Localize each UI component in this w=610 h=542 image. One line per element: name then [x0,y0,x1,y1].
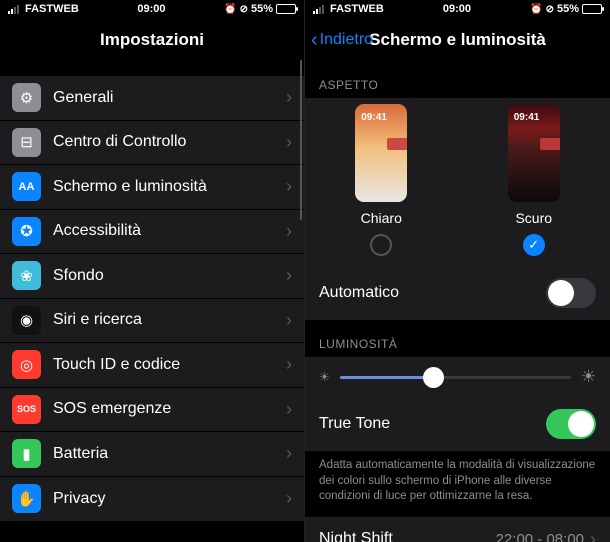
chevron-right-icon: › [286,310,292,331]
carrier-label: FASTWEB [25,3,79,15]
chevron-right-icon: › [286,132,292,153]
true-tone-note: Adatta automaticamente la modalità di vi… [305,452,610,517]
carrier-label: FASTWEB [330,3,384,15]
light-label: Chiaro [361,210,402,226]
sos-icon: SOS [12,395,41,424]
accessibility-icon: ✪ [12,217,41,246]
preview-light-icon: 09:41 [355,104,407,202]
row-label: Batteria [53,445,286,463]
settings-row-schermo-e-luminosita[interactable]: AA Schermo e luminosità› [0,165,304,210]
chevron-right-icon: › [286,265,292,286]
chevron-right-icon: › [286,176,292,197]
chevron-right-icon: › [590,529,596,542]
settings-row-accessibilita[interactable]: ✪ Accessibilità› [0,210,304,255]
rotation-lock-icon: ⊘ [546,4,554,15]
chevron-right-icon: › [286,399,292,420]
status-bar: FASTWEB 09:00 ⏰ ⊘ 55% [305,0,610,18]
signal-icon [313,4,324,14]
rotation-lock-icon: ⊘ [240,4,248,15]
siri-icon: ◉ [12,306,41,335]
nav-bar: ‹ Indietro Schermo e luminosità [305,18,610,62]
nav-bar: Impostazioni [0,18,304,62]
battery-pct: 55% [251,3,273,15]
true-tone-toggle[interactable] [546,409,596,439]
brightness-slider-row: ☀︎ ☀︎ [305,357,610,397]
gear-icon: ⚙ [12,83,41,112]
page-title: Impostazioni [100,30,204,50]
radio-off-icon[interactable] [370,234,392,256]
brightness-header: LUMINOSITÀ [305,321,610,357]
row-label: Siri e ricerca [53,311,286,329]
scroll-indicator [300,60,302,220]
status-bar: FASTWEB 09:00 ⏰ ⊘ 55% [0,0,304,18]
automatic-toggle[interactable] [546,278,596,308]
slider-thumb[interactable] [423,367,444,388]
alarm-icon: ⏰ [224,4,236,15]
night-shift-range: 22:00 - 08:00 [496,531,584,542]
appearance-header: ASPETTO [305,62,610,98]
settings-row-generali[interactable]: ⚙ Generali› [0,76,304,121]
battery-icon: ▮ [12,439,41,468]
fingerprint-icon: ◎ [12,350,41,379]
settings-row-sfondo[interactable]: ❀ Sfondo› [0,254,304,299]
settings-row-siri-e-ricerca[interactable]: ◉ Siri e ricerca› [0,299,304,344]
hand-icon: ✋ [12,484,41,513]
settings-row-centro-di-controllo[interactable]: ⊟ Centro di Controllo› [0,121,304,166]
row-label: Accessibilità [53,222,286,240]
sun-large-icon: ☀︎ [581,367,596,387]
automatic-row[interactable]: Automatico [305,266,610,321]
section-gap [0,521,304,542]
row-label: Generali [53,89,286,107]
appearance-light[interactable]: 09:41 Chiaro [355,104,407,256]
battery-icon [276,4,296,14]
chevron-right-icon: › [286,221,292,242]
sun-small-icon: ☀︎ [319,370,330,384]
radio-on-icon[interactable]: ✓ [523,234,545,256]
chevron-right-icon: › [286,488,292,509]
text-size-icon: AA [12,172,41,201]
true-tone-label: True Tone [319,415,546,433]
dark-label: Scuro [515,210,552,226]
night-shift-row[interactable]: Night Shift 22:00 - 08:00 › [305,517,610,542]
chevron-right-icon: › [286,354,292,375]
back-button[interactable]: ‹ Indietro [311,30,373,50]
preview-dark-icon: 09:41 [508,104,560,202]
battery-icon [582,4,602,14]
brightness-slider[interactable] [340,376,571,379]
back-label: Indietro [320,31,373,49]
automatic-label: Automatico [319,284,546,302]
row-label: SOS emergenze [53,400,286,418]
true-tone-row[interactable]: True Tone [305,397,610,452]
chevron-left-icon: ‹ [311,30,318,50]
display-pane: FASTWEB 09:00 ⏰ ⊘ 55% ‹ Indietro Schermo… [305,0,610,542]
status-time: 09:00 [443,3,471,15]
settings-row-sos[interactable]: SOS SOS emergenze› [0,388,304,433]
appearance-dark[interactable]: 09:41 Scuro ✓ [508,104,560,256]
night-shift-label: Night Shift [319,530,496,542]
sliders-icon: ⊟ [12,128,41,157]
row-label: Touch ID e codice [53,356,286,374]
settings-row-privacy[interactable]: ✋ Privacy› [0,477,304,522]
appearance-options: 09:41 Chiaro 09:41 Scuro ✓ [305,98,610,266]
row-label: Privacy [53,490,286,508]
chevron-right-icon: › [286,87,292,108]
page-title: Schermo e luminosità [369,30,546,50]
settings-row-batteria[interactable]: ▮ Batteria› [0,432,304,477]
row-label: Sfondo [53,267,286,285]
wallpaper-icon: ❀ [12,261,41,290]
row-label: Schermo e luminosità [53,178,286,196]
status-time: 09:00 [137,3,165,15]
settings-list-group-1: ⚙Generali›⊟Centro di Controllo›AASchermo… [0,76,304,521]
alarm-icon: ⏰ [530,4,542,15]
battery-pct: 55% [557,3,579,15]
settings-pane: FASTWEB 09:00 ⏰ ⊘ 55% Impostazioni ⚙ Gene… [0,0,305,542]
settings-row-touch-id[interactable]: ◎ Touch ID e codice› [0,343,304,388]
signal-icon [8,4,19,14]
row-label: Centro di Controllo [53,133,286,151]
chevron-right-icon: › [286,443,292,464]
